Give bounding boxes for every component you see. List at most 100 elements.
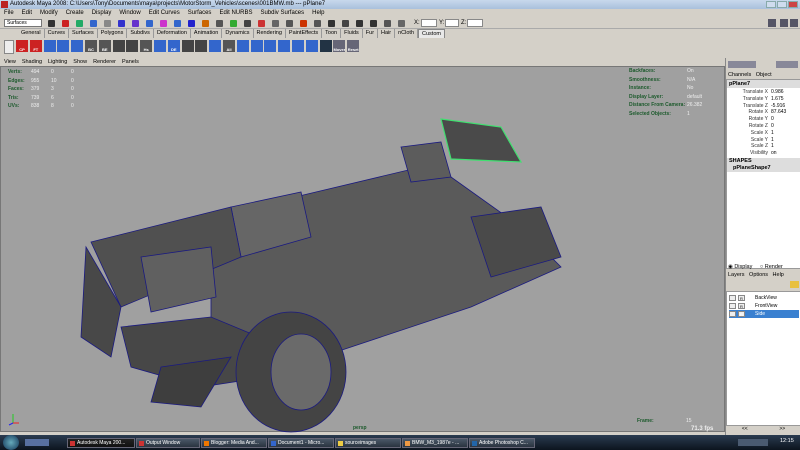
layer-row[interactable]: R BackView: [729, 294, 799, 302]
status-line-tool-icon[interactable]: [90, 20, 97, 27]
status-line-tool-icon[interactable]: [118, 20, 125, 27]
selected-plane[interactable]: [440, 118, 523, 163]
render-radio[interactable]: ○ Render: [760, 264, 783, 270]
show-channel-box-icon[interactable]: [790, 19, 798, 27]
shelf-tab-dynamics[interactable]: Dynamics: [222, 29, 254, 38]
shelf-button[interactable]: Mover: [333, 40, 346, 52]
channel-value[interactable]: -5.916: [771, 103, 785, 109]
menu-modify[interactable]: Modify: [40, 9, 58, 18]
shelf-tab-ncloth[interactable]: nCloth: [395, 29, 419, 38]
status-line-tool-icon[interactable]: [160, 20, 167, 27]
maximize-button[interactable]: [777, 1, 787, 8]
shelf-button[interactable]: [181, 40, 194, 52]
status-line-tool-icon[interactable]: [174, 20, 181, 27]
menu-surfaces[interactable]: Surfaces: [188, 9, 212, 18]
shelf-button[interactable]: FT: [29, 40, 42, 52]
shelf-button[interactable]: [126, 40, 139, 52]
layer-row[interactable]: R Side: [729, 310, 799, 318]
panel-menu-shading[interactable]: Shading: [22, 58, 42, 66]
menu-edit-curves[interactable]: Edit Curves: [149, 9, 180, 18]
shelf-tab-subdivs[interactable]: Subdivs: [127, 29, 154, 38]
shelf-tab-polygons[interactable]: Polygons: [98, 29, 128, 38]
scroll-right-button[interactable]: >>: [779, 426, 785, 434]
shelf-button[interactable]: BE: [98, 40, 111, 52]
status-line-tool-icon[interactable]: [300, 20, 307, 27]
channel-value[interactable]: 87.643: [771, 109, 786, 115]
shelf-tab-curves[interactable]: Curves: [45, 29, 69, 38]
panel-menu-renderer[interactable]: Renderer: [93, 58, 116, 66]
taskbar-button[interactable]: Adobe Photoshop C...: [469, 438, 535, 448]
panel-menu-lighting[interactable]: Lighting: [48, 58, 67, 66]
menu-channels[interactable]: Channels: [728, 72, 751, 78]
channel-value[interactable]: 1: [771, 137, 774, 143]
shelf-button[interactable]: [305, 40, 318, 52]
system-tray-icons[interactable]: [738, 439, 768, 446]
x-input[interactable]: [421, 19, 437, 27]
menu-set-dropdown[interactable]: Surfaces: [4, 19, 42, 27]
status-line-tool-icon[interactable]: [146, 20, 153, 27]
shelf-button[interactable]: [278, 40, 291, 52]
shelf-tab-hair[interactable]: Hair: [378, 29, 396, 38]
shelf-tab-painteffects[interactable]: PaintEffects: [286, 29, 323, 38]
channel-value[interactable]: 1: [771, 143, 774, 149]
taskbar-button[interactable]: Output Window: [136, 438, 200, 448]
shelf-button[interactable]: [154, 40, 166, 52]
channel-value[interactable]: 1.675: [771, 96, 784, 102]
shelf-button[interactable]: [264, 40, 277, 52]
minimize-button[interactable]: [766, 1, 776, 8]
shelf-button[interactable]: [236, 40, 249, 52]
show-attribute-editor-icon[interactable]: [768, 19, 776, 27]
status-line-tool-icon[interactable]: [384, 20, 391, 27]
status-line-tool-icon[interactable]: [314, 20, 321, 27]
status-line-tool-icon[interactable]: [244, 20, 251, 27]
display-radio[interactable]: ◉ Display: [728, 264, 752, 270]
shelf-tab-general[interactable]: General: [18, 29, 45, 38]
taskbar-button[interactable]: BMW_M3_1987e - ...: [402, 438, 468, 448]
shelf-tab-deformation[interactable]: Deformation: [154, 29, 191, 38]
shelf-button[interactable]: BC: [85, 40, 97, 52]
channel-box-layout-icons[interactable]: [728, 61, 756, 68]
channel-value[interactable]: 1: [771, 130, 774, 136]
menu-object[interactable]: Object: [756, 72, 772, 78]
car-model[interactable]: [1, 67, 726, 433]
taskbar-button[interactable]: Autodesk Maya 200...: [67, 438, 135, 448]
status-line-tool-icon[interactable]: [132, 20, 139, 27]
close-button[interactable]: [788, 1, 798, 8]
channel-value[interactable]: 0: [771, 116, 774, 122]
y-input[interactable]: [445, 19, 459, 27]
status-line-tool-icon[interactable]: [62, 20, 69, 27]
shelf-tab-surfaces[interactable]: Surfaces: [69, 29, 98, 38]
z-input[interactable]: [467, 19, 483, 27]
shelf-button[interactable]: [112, 40, 125, 52]
status-line-tool-icon[interactable]: [258, 20, 265, 27]
menu-edit-nurbs[interactable]: Edit NURBS: [219, 9, 252, 18]
shelf-tab-fur[interactable]: Fur: [363, 29, 379, 38]
visibility-toggle[interactable]: [729, 303, 736, 309]
status-line-tool-icon[interactable]: [216, 20, 223, 27]
perspective-viewport[interactable]: Verts: 494 0 0 Edges: 955 10 0 Faces: 379 3 0 Tris: 7…: [0, 66, 726, 433]
status-line-tool-icon[interactable]: [272, 20, 279, 27]
shelf-button[interactable]: Hs: [140, 40, 153, 52]
menu-options[interactable]: Options: [749, 272, 768, 278]
channel-value[interactable]: 0: [771, 123, 774, 129]
scroll-left-button[interactable]: <<: [742, 426, 748, 434]
shelf-button[interactable]: [57, 40, 70, 52]
start-button[interactable]: [3, 435, 19, 450]
channel-value[interactable]: 0.986: [771, 89, 784, 95]
taskbar-button[interactable]: sourceimages: [335, 438, 401, 448]
shelf-tab-toon[interactable]: Toon: [322, 29, 342, 38]
menu-help-layers[interactable]: Help: [773, 272, 784, 278]
menu-help[interactable]: Help: [312, 9, 324, 18]
status-line-tool-icon[interactable]: [356, 20, 363, 27]
show-tool-settings-icon[interactable]: [780, 19, 788, 27]
shelf-button[interactable]: Reset: [347, 40, 360, 52]
taskbar-button[interactable]: Blogger: Media And...: [201, 438, 267, 448]
shelf-menu-button[interactable]: [4, 40, 14, 54]
shelf-button[interactable]: [195, 40, 208, 52]
menu-create[interactable]: Create: [66, 9, 84, 18]
menu-display[interactable]: Display: [92, 9, 112, 18]
status-line-tool-icon[interactable]: [230, 20, 237, 27]
shelf-tab-animation[interactable]: Animation: [191, 29, 223, 38]
panel-menu-view[interactable]: View: [4, 58, 16, 66]
shelf-button[interactable]: [43, 40, 56, 52]
